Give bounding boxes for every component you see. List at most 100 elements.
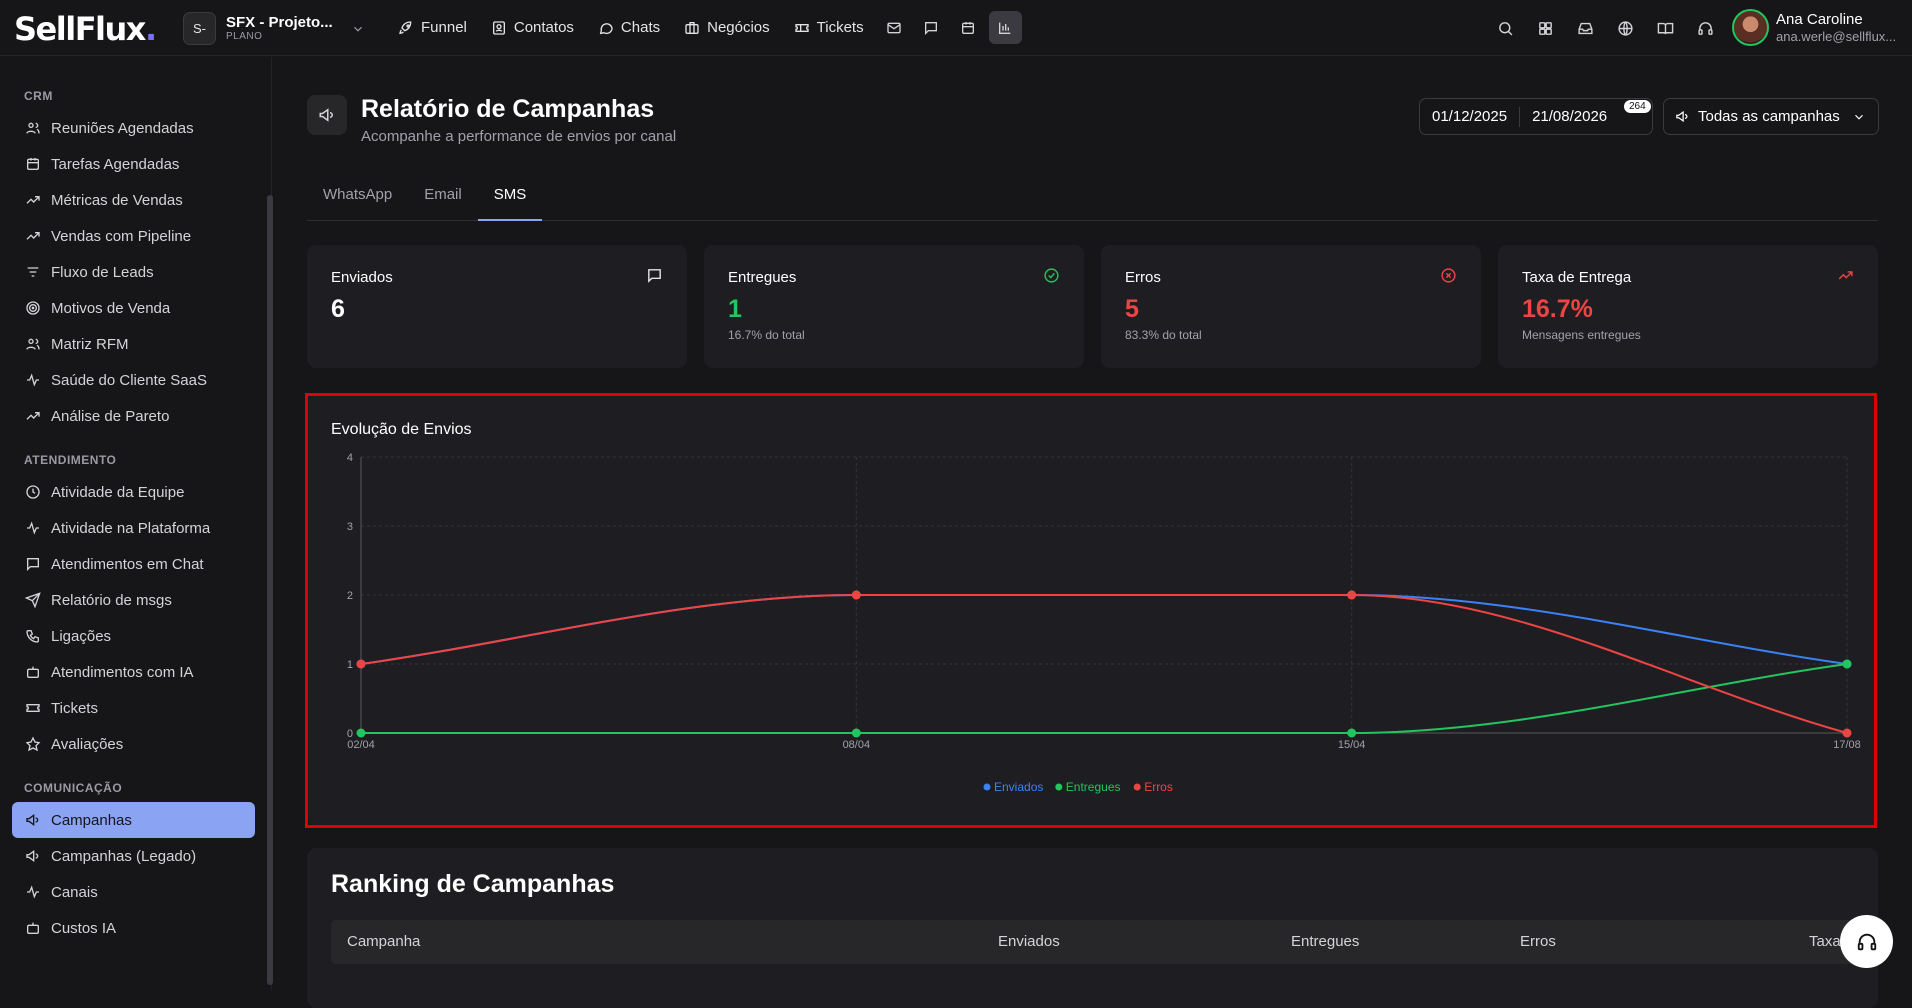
message-square-icon [648, 269, 661, 283]
sidebar-item-label: Campanhas (Legado) [51, 847, 197, 865]
card-label: Erros [1125, 269, 1161, 286]
sidebar-item-reunioes-agendadas[interactable]: Reuniões Agendadas [0, 110, 267, 146]
sidebar-item-label: Campanhas [51, 811, 132, 829]
nav-chats[interactable]: Chats [588, 11, 670, 44]
data-point-erros [356, 659, 366, 669]
tab-email[interactable]: Email [408, 177, 478, 221]
sidebar-item-label: Saúde do Cliente SaaS [51, 371, 207, 389]
apps-grid-icon[interactable] [1528, 11, 1562, 45]
nav-contatos-label: Contatos [513, 19, 574, 36]
date-start[interactable]: 01/12/2025 [1420, 108, 1519, 125]
campaign-select[interactable]: Todas as campanhas [1663, 98, 1879, 135]
column-erros[interactable]: Erros [1520, 933, 1556, 950]
chat-bubble-icon [599, 22, 613, 34]
x-circle-icon [1441, 268, 1456, 283]
top-nav: Funnel Contatos Chats Negócios Tickets [388, 11, 1022, 44]
trending-up-icon [26, 196, 40, 204]
headset-icon [1857, 933, 1876, 950]
globe-icon[interactable] [1608, 11, 1642, 45]
card-sub: 16.7% do total [728, 328, 805, 342]
ranking-card: Ranking de Campanhas Campanha Enviados E… [307, 848, 1878, 1008]
sidebar-item-canais[interactable]: Canais [0, 874, 267, 910]
sidebar-item-motivos-de-venda[interactable]: Motivos de Venda [0, 290, 267, 326]
sellflux-logo[interactable]: SellFlux. [14, 10, 157, 48]
sidebar-item-campanhas-legado[interactable]: Campanhas (Legado) [0, 838, 267, 874]
sidebar-item-metricas-de-vendas[interactable]: Métricas de Vendas [0, 182, 267, 218]
sidebar-item-tickets[interactable]: Tickets [0, 690, 267, 726]
page-title: Relatório de Campanhas [361, 95, 655, 123]
sidebar-item-atividade-na-plataforma[interactable]: Atividade na Plataforma [0, 510, 267, 546]
y-tick-label: 1 [347, 659, 353, 671]
sidebar-item-campanhas[interactable]: Campanhas [12, 802, 255, 838]
column-enviados[interactable]: Enviados [998, 933, 1060, 950]
line-chart: 0123402/04 08/04 15/04 17/08Enviados Entregu… [347, 452, 1861, 794]
sidebar-scrollbar[interactable] [267, 195, 273, 985]
user-menu[interactable]: Ana Caroline ana.werle@sellflux... [1732, 9, 1901, 46]
bar-chart-icon[interactable] [988, 11, 1022, 44]
star-icon [25, 736, 41, 752]
nav-tickets[interactable]: Tickets [784, 11, 874, 44]
sidebar-item-label: Ligações [51, 627, 112, 645]
data-point-entregues [356, 728, 366, 738]
sidebar-section-comunicacao: COMUNICAÇÃO [24, 781, 123, 795]
sidebar-item-label: Canais [51, 883, 98, 901]
book-open-icon[interactable] [1648, 11, 1682, 45]
card-label: Entregues [728, 269, 797, 286]
sidebar-item-atendimentos-em-chat[interactable]: Atendimentos em Chat [0, 546, 267, 582]
calendar-icon[interactable] [952, 11, 985, 44]
message-square-icon[interactable] [915, 11, 948, 44]
channel-tabs: WhatsApp Email SMS [307, 177, 1878, 221]
column-entregues[interactable]: Entregues [1291, 933, 1359, 950]
project-selector[interactable]: S- SFX - Projeto... PLANO [183, 12, 365, 45]
sidebar-item-label: Vendas com Pipeline [51, 227, 192, 245]
headset-icon[interactable] [1688, 11, 1722, 45]
sidebar-item-avaliacoes[interactable]: Avaliações [0, 726, 267, 762]
send-icon [25, 592, 41, 608]
sidebar-item-atendimentos-com-ia[interactable]: Atendimentos com IA [0, 654, 267, 690]
nav-negocios[interactable]: Negócios [674, 11, 780, 44]
nav-contatos[interactable]: Contatos [481, 11, 584, 44]
search-icon[interactable] [1488, 11, 1522, 45]
campaign-select-value: Todas as campanhas [1698, 108, 1840, 125]
megaphone-icon [26, 814, 39, 826]
sidebar-item-ligacoes[interactable]: Ligações [0, 618, 267, 654]
sidebar-item-label: Métricas de Vendas [51, 191, 183, 209]
megaphone-icon [26, 850, 39, 862]
nav-funnel[interactable]: Funnel [388, 11, 477, 44]
support-headset-button[interactable] [1840, 915, 1893, 968]
sidebar-item-custos-ia[interactable]: Custos IA [0, 910, 267, 946]
inbox-icon[interactable] [1568, 11, 1602, 45]
project-plan: PLANO [226, 31, 263, 43]
sidebar-item-fluxo-de-leads[interactable]: Fluxo de Leads [0, 254, 267, 290]
mail-icon[interactable] [878, 11, 911, 44]
sidebar-item-label: Atividade na Plataforma [51, 519, 211, 537]
tab-whatsapp[interactable]: WhatsApp [307, 177, 408, 221]
card-value: 1 [728, 295, 742, 323]
sidebar-item-relatorio-de-msgs[interactable]: Relatório de msgs [0, 582, 267, 618]
column-taxa[interactable]: Taxa [1809, 933, 1841, 950]
calendar-icon [27, 158, 39, 170]
card-label: Enviados [331, 269, 393, 286]
sidebar-item-matriz-rfm[interactable]: Matriz RFM [0, 326, 267, 362]
x-tick-label: 17/08 [1833, 739, 1861, 751]
date-end[interactable]: 21/08/2026 [1520, 108, 1619, 125]
sidebar-item-vendas-com-pipeline[interactable]: Vendas com Pipeline [0, 218, 267, 254]
bot-icon [27, 922, 39, 934]
sidebar-item-label: Avaliações [51, 735, 124, 753]
column-campanha[interactable]: Campanha [347, 933, 420, 950]
sidebar-item-label: Atendimentos com IA [51, 663, 194, 681]
date-range-picker[interactable]: 01/12/2025 21/08/2026 [1419, 98, 1653, 135]
legend-marker [983, 783, 991, 791]
count-badge: 264 [1624, 100, 1651, 113]
tab-sms[interactable]: SMS [477, 177, 543, 221]
card-value: 6 [331, 295, 345, 323]
card-erros: Erros 5 83.3% do total [1101, 245, 1481, 368]
top-bar: SellFlux. S- SFX - Projeto... PLANO Funn… [0, 0, 1912, 56]
sidebar-item-analise-de-pareto[interactable]: Análise de Pareto [0, 398, 267, 434]
sidebar-item-saude-do-cliente-saas[interactable]: Saúde do Cliente SaaS [0, 362, 267, 398]
sidebar-item-tarefas-agendadas[interactable]: Tarefas Agendadas [0, 146, 267, 182]
sidebar-item-atividade-da-equipe[interactable]: Atividade da Equipe [0, 474, 267, 510]
sidebar-item-label: Reuniões Agendadas [51, 119, 194, 137]
activity-icon [27, 885, 39, 899]
sidebar-section-atendimento: ATENDIMENTO [24, 453, 117, 467]
